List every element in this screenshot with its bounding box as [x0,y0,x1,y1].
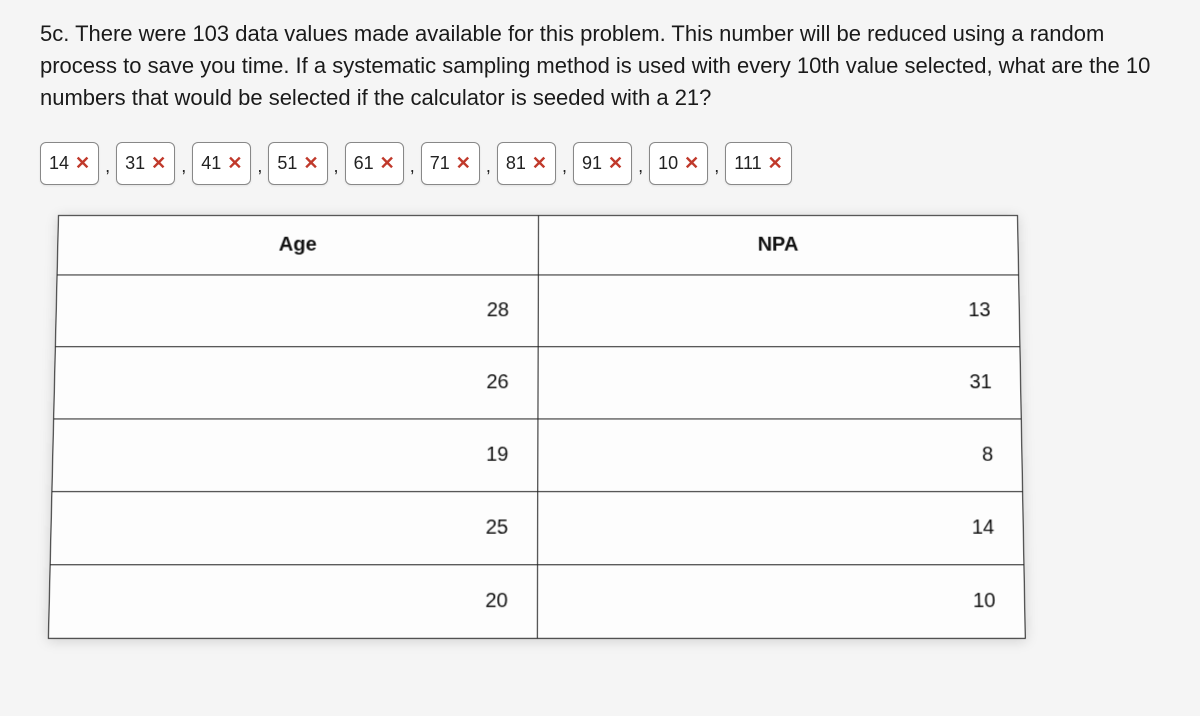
incorrect-x-icon: ✕ [456,153,471,174]
table-row: 25 14 [50,491,1024,564]
answer-value: 111 [734,153,761,174]
answer-row: 14 ✕ , 31 ✕ , 41 ✕ , 51 ✕ , 61 ✕ , 71 ✕ … [40,142,1160,185]
answer-box[interactable]: 51 ✕ [268,142,327,185]
table-row: 20 10 [48,564,1025,638]
col-header-npa: NPA [538,215,1019,274]
table-row: 19 8 [52,419,1023,492]
incorrect-x-icon: ✕ [608,153,623,174]
answer-value: 61 [354,153,374,174]
answer-value: 31 [125,153,145,174]
cell-age: 20 [48,564,537,638]
table-row: 26 31 [54,346,1022,418]
separator: , [486,156,491,185]
separator: , [562,156,567,185]
answer-value: 81 [506,153,526,174]
answer-box[interactable]: 61 ✕ [345,142,404,185]
question-text: 5c. There were 103 data values made avai… [40,18,1160,114]
col-header-age: Age [57,215,538,274]
answer-value: 10 [658,153,678,174]
incorrect-x-icon: ✕ [151,153,166,174]
answer-box[interactable]: 111 ✕ [725,142,791,185]
incorrect-x-icon: ✕ [532,153,547,174]
separator: , [714,156,719,185]
answer-value: 14 [49,153,69,174]
incorrect-x-icon: ✕ [75,153,90,174]
incorrect-x-icon: ✕ [380,153,395,174]
cell-age: 26 [54,346,538,418]
answer-box[interactable]: 71 ✕ [421,142,480,185]
separator: , [638,156,643,185]
answer-box[interactable]: 10 ✕ [649,142,708,185]
answer-box[interactable]: 81 ✕ [497,142,556,185]
cell-npa: 13 [538,275,1020,347]
answer-box[interactable]: 41 ✕ [192,142,251,185]
separator: , [410,156,415,185]
cell-age: 25 [50,491,537,564]
separator: , [334,156,339,185]
answer-box[interactable]: 91 ✕ [573,142,632,185]
cell-npa: 8 [537,419,1022,492]
data-table: Age NPA 28 13 26 31 19 8 25 [48,215,1026,639]
answer-box[interactable]: 14 ✕ [40,142,99,185]
answer-value: 71 [430,153,450,174]
separator: , [181,156,186,185]
cell-age: 28 [55,275,537,347]
answer-value: 91 [582,153,602,174]
table-row: 28 13 [55,275,1020,347]
incorrect-x-icon: ✕ [303,153,318,174]
separator: , [257,156,262,185]
answer-value: 41 [201,153,221,174]
cell-npa: 14 [537,491,1024,564]
incorrect-x-icon: ✕ [684,153,699,174]
incorrect-x-icon: ✕ [768,153,783,174]
cell-npa: 10 [537,564,1025,638]
cell-age: 19 [52,419,538,492]
cell-npa: 31 [537,346,1021,418]
incorrect-x-icon: ✕ [227,153,242,174]
answer-value: 51 [277,153,297,174]
separator: , [105,156,110,185]
answer-box[interactable]: 31 ✕ [116,142,175,185]
